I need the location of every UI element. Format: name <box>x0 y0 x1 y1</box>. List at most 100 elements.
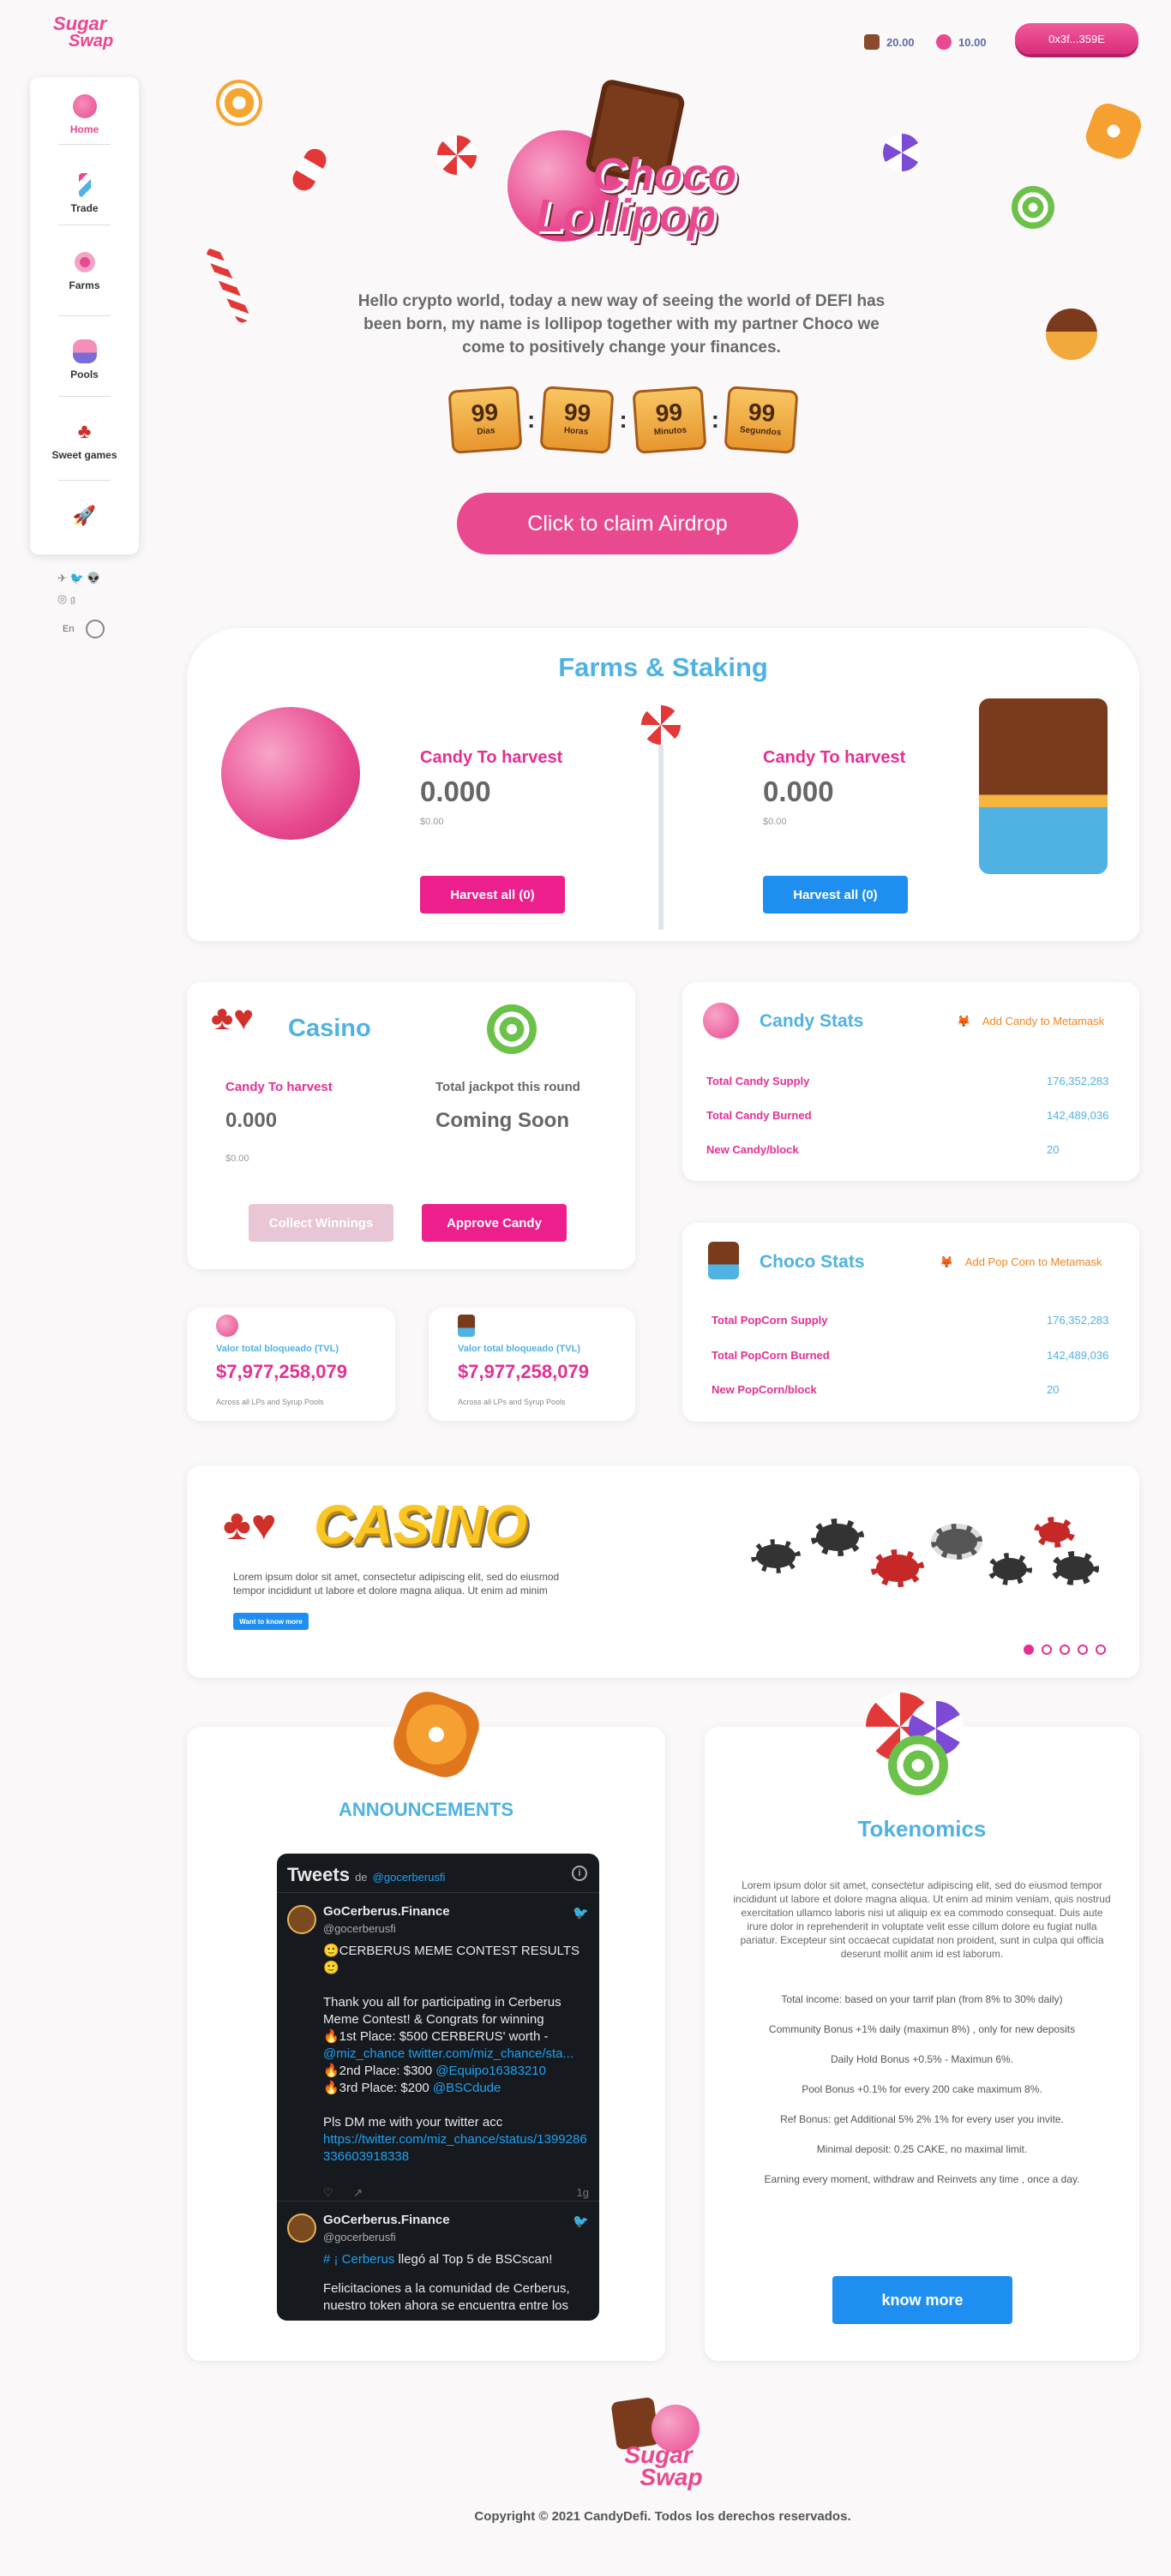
social-row-telegram-twitter-reddit[interactable]: ✈ 🐦 👽 <box>57 568 126 589</box>
tokenomics-card: Tokenomics Lorem ipsum dolor sit amet, c… <box>705 1692 1139 2361</box>
orange-gummy-icon <box>387 1685 486 1784</box>
casino-harvest-label: Candy To harvest <box>225 1080 333 1094</box>
stat-label: Total Candy Supply <box>706 1075 810 1087</box>
stat-row: Total Candy Supply 176,352,283 <box>682 1075 1139 1087</box>
announcements-title: ANNOUNCEMENTS <box>338 1799 514 1820</box>
hero-title-line1: Choco <box>592 149 736 201</box>
casino-logo-text: CASINO <box>314 1494 527 1555</box>
tokenomics-line: Minimal deposit: 0.25 CAKE, no maximal l… <box>816 2143 1028 2155</box>
globe-icon <box>86 620 105 638</box>
twitter-bird-icon: 🐦 <box>573 1906 589 1920</box>
sidebar-item-farms[interactable]: Farms <box>30 250 139 291</box>
add-candy-metamask-label: Add Candy to Metamask <box>982 1015 1105 1027</box>
metamask-fox-icon: 🦊 <box>957 1015 971 1027</box>
jackpot-value: Coming Soon <box>435 1109 569 1132</box>
tokenomics-line: Total income: based on your tarrif plan … <box>781 1993 1063 2005</box>
harvest-all-button[interactable]: Harvest all (0) <box>763 876 908 914</box>
sidebar-item-sweet-games[interactable]: ♣ Sweet games <box>30 420 139 461</box>
social-links: ✈ 🐦 👽 ◎ 𝔤 <box>57 568 126 609</box>
countdown-value: 99 <box>654 398 683 428</box>
hero-description: Hello crypto world, today a new way of s… <box>357 292 886 356</box>
wallet-button[interactable]: 0x3f...359E <box>1015 23 1138 54</box>
stat-value: 142,489,036 <box>1047 1109 1109 1122</box>
add-popcorn-metamask-link[interactable]: 🦊 Add Pop Corn to Metamask <box>940 1255 1102 1269</box>
tweet-link[interactable]: @Equipo16383210 <box>435 2064 546 2078</box>
farm-right-usd: $0.00 <box>763 817 787 827</box>
harvest-all-button[interactable]: Harvest all (0) <box>420 876 565 914</box>
tvl-value: $7,977,258,079 <box>216 1361 347 1382</box>
tvl-card: Valor total bloqueado (TVL) $7,977,258,0… <box>429 1308 635 1421</box>
info-icon[interactable]: i <box>572 1866 587 1881</box>
sidebar-item-home[interactable]: Home <box>30 94 139 135</box>
tweet-text: 🔥3rd Place: $200 <box>323 2081 429 2095</box>
social-row-github-google[interactable]: ◎ 𝔤 <box>57 589 126 609</box>
stat-value: 142,489,036 <box>1047 1349 1109 1362</box>
candy-icon <box>72 94 97 118</box>
tweet-link[interactable]: # ¡ Cerberus <box>323 2252 394 2267</box>
carousel-dot[interactable] <box>1042 1644 1052 1655</box>
stat-value: 20 <box>1047 1383 1060 1396</box>
like-icon[interactable]: ♡ <box>323 2186 333 2199</box>
candy-cane-icon <box>204 245 252 325</box>
sidebar-item-label: Sweet games <box>51 449 117 461</box>
language-label: En <box>63 624 75 634</box>
twitter-timeline[interactable]: Tweets de @gocerberusfi i 🐦 GoCerberus.F… <box>277 1854 599 2321</box>
tweet-link[interactable]: https://twitter.com/miz_chance/status/13… <box>323 2131 589 2166</box>
carousel-dot[interactable] <box>1078 1644 1088 1655</box>
header-stat-candy: 10.00 <box>936 34 987 50</box>
sidebar-item-label: Home <box>69 123 99 135</box>
sidebar-item-pools[interactable]: Pools <box>30 339 139 380</box>
jackpot-label: Total jackpot this round <box>435 1080 580 1094</box>
tokenomics-title: Tokenomics <box>857 1816 987 1842</box>
carousel-dot[interactable] <box>1024 1644 1034 1655</box>
tweet[interactable]: 🐦 GoCerberus.Finance @gocerberusfi 🙂CERB… <box>277 1893 599 2202</box>
tweet-time: 1g <box>576 2186 589 2199</box>
language-selector[interactable]: En <box>63 620 105 638</box>
tokenomics-intro: Lorem ipsum dolor sit amet, consectetur … <box>733 1879 1111 1960</box>
metamask-fox-icon: 🦊 <box>940 1255 954 1268</box>
stat-row: New Candy/block 20 <box>682 1143 1139 1156</box>
countdown-separator: : <box>711 406 719 433</box>
countdown-value: 99 <box>470 398 500 428</box>
casino-harvest-value: 0.000 <box>225 1109 278 1132</box>
carousel-dot[interactable] <box>1060 1644 1070 1655</box>
tvl-label: Valor total bloqueado (TVL) <box>458 1344 580 1354</box>
share-icon[interactable]: ↗ <box>353 2186 363 2199</box>
tweet[interactable]: 🐦 GoCerberus.Finance @gocerberusfi # ¡ C… <box>277 2202 599 2321</box>
farms-title: Farms & Staking <box>558 652 768 682</box>
tvl-note: Across all LPs and Syrup Pools <box>216 1398 324 1406</box>
logo[interactable]: Sugar Swap <box>53 15 113 51</box>
sidebar-divider <box>58 480 111 481</box>
sidebar-item-label: Trade <box>70 202 99 214</box>
stat-label: New Candy/block <box>706 1143 799 1156</box>
footer-logo-line2: Swap <box>640 2464 703 2490</box>
collect-winnings-button[interactable]: Collect Winnings <box>249 1204 393 1242</box>
countdown-seconds: 99 Segundos <box>724 386 799 454</box>
footer-logo[interactable]: Sugar Swap <box>607 2443 710 2490</box>
tweet-link[interactable]: @miz_chance twitter.com/miz_chance/sta..… <box>323 2046 589 2063</box>
casino-title: Casino <box>288 1015 371 1042</box>
claim-airdrop-button[interactable]: Click to claim Airdrop <box>457 493 798 554</box>
add-candy-metamask-link[interactable]: 🦊 Add Candy to Metamask <box>957 1015 1104 1028</box>
sidebar-item-launch[interactable]: 🚀 <box>30 504 139 533</box>
tweet-link[interactable]: @BSCdude <box>433 2081 501 2095</box>
header-stat-choco: 20.00 <box>864 34 915 50</box>
stat-row: Total PopCorn Supply 176,352,283 <box>682 1314 1139 1327</box>
chocolate-icon <box>458 1315 475 1337</box>
tweet-actions: ♡ ↗ 1g <box>323 2184 589 2202</box>
want-to-know-more-button[interactable]: Want to know more <box>233 1613 309 1630</box>
farm-right-value: 0.000 <box>763 776 834 807</box>
banner-text: Lorem ipsum dolor sit amet, consectetur … <box>233 1571 560 1597</box>
stat-label: Total PopCorn Burned <box>712 1349 830 1362</box>
sidebar-item-trade[interactable]: Trade <box>30 173 139 214</box>
sidebar-item-label: Pools <box>70 368 99 380</box>
chocolate-icon <box>708 1242 739 1279</box>
know-more-button[interactable]: know more <box>832 2276 1012 2324</box>
candy-stats-title: Candy Stats <box>760 1011 864 1031</box>
lollipop-icon <box>72 250 97 274</box>
farms-staking-card: Farms & Staking Candy To harvest 0.000 $… <box>187 628 1139 941</box>
twitter-header-handle[interactable]: @gocerberusfi <box>373 1871 446 1884</box>
carousel-dot[interactable] <box>1096 1644 1106 1655</box>
stat-value: 20 <box>1047 1143 1060 1156</box>
approve-candy-button[interactable]: Approve Candy <box>422 1204 567 1242</box>
